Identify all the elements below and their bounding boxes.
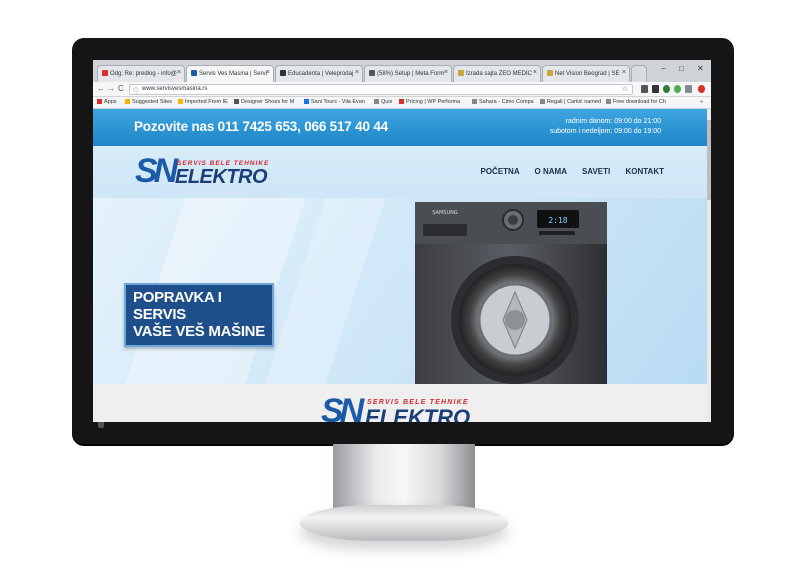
gmail-extension-icon[interactable]: [652, 85, 659, 93]
bookmark[interactable]: Pricing | WP Performa: [399, 99, 467, 105]
browser-tab-active[interactable]: Servis Ves Masina | Servi ×: [186, 65, 274, 82]
logo-name: ELEKTRO: [175, 166, 268, 188]
reload-button[interactable]: C: [118, 84, 124, 93]
page-icon: [304, 99, 309, 104]
svg-text:2:18: 2:18: [548, 216, 567, 225]
hero-caption: POPRAVKA I SERVIS VAŠE VEŠ MAŠINE: [124, 283, 274, 347]
page-icon: [374, 99, 379, 104]
website: Pozovite nas 011 7425 653, 066 517 40 44…: [93, 109, 707, 422]
minimize-button[interactable]: −: [661, 64, 666, 73]
browser-tab[interactable]: (58%) Setup | Meta Form ×: [364, 65, 452, 82]
logo-mark: SN: [321, 392, 364, 422]
page-icon: [234, 99, 239, 104]
address-text: www.servisvesmasina.rs: [142, 86, 208, 92]
washer-brand: SAMSUNG: [432, 210, 458, 216]
nav-saveti[interactable]: SAVETI: [582, 167, 610, 176]
hero-banner: POPRAVKA I SERVIS VAŠE VEŠ MAŠINE 2:18 S…: [93, 198, 707, 384]
bookmark[interactable]: Suggested Sites: [125, 99, 172, 105]
main-nav: POČETNA O NAMA SAVETI KONTAKT: [467, 167, 664, 176]
close-window-button[interactable]: ✕: [697, 64, 704, 73]
hero-line-2: VAŠE VEŠ MAŠINE: [133, 323, 265, 340]
site-logo[interactable]: SN SERVIS BELE TEHNIKE ELEKTRO: [135, 152, 285, 192]
extension-icon[interactable]: [641, 85, 648, 93]
bookmark[interactable]: Designer Shoes for M: [234, 99, 298, 105]
extension-icon[interactable]: [674, 85, 681, 93]
page-favicon-icon: [280, 70, 286, 76]
logo-mark: SN: [135, 152, 178, 190]
maximize-button[interactable]: □: [679, 64, 684, 73]
forward-button[interactable]: →: [107, 84, 115, 93]
scrollbar-thumb[interactable]: [707, 120, 711, 200]
screen: Odg: Re: predlog - info@ × Servis Ves Mas…: [93, 60, 711, 422]
extension-icon[interactable]: [663, 85, 670, 93]
bookmark[interactable]: Free download for Ch: [606, 99, 698, 105]
monitor-stand: [333, 444, 475, 510]
washing-machine-image: 2:18 SAMSUNG: [415, 202, 607, 384]
bookmark[interactable]: Sahara - Cimo Compa: [472, 99, 536, 105]
close-tab-icon[interactable]: ×: [355, 69, 359, 76]
close-tab-icon[interactable]: ×: [177, 69, 181, 76]
page-icon: [606, 99, 611, 104]
browser-tab[interactable]: Odg: Re: predlog - info@ ×: [97, 65, 185, 82]
hero-line-1: POPRAVKA I SERVIS: [133, 289, 222, 323]
page-favicon-icon: [547, 70, 553, 76]
extension-icon[interactable]: [685, 85, 692, 93]
apps-icon: [97, 99, 102, 104]
star-icon[interactable]: ☆: [622, 85, 628, 93]
tab-bar: Odg: Re: predlog - info@ × Servis Ves Mas…: [93, 60, 711, 82]
browser-tab[interactable]: Net Vision Beograd | SE ×: [542, 65, 630, 82]
close-tab-icon[interactable]: ×: [533, 69, 537, 76]
gmail-icon: [102, 70, 108, 76]
page-favicon-icon: [458, 70, 464, 76]
browser-tab[interactable]: Izrada sajta ZEO MEDIC ×: [453, 65, 541, 82]
browser-tab[interactable]: Educadenta | Veleprodaj ×: [275, 65, 363, 82]
bookmark-apps[interactable]: Apps: [97, 99, 117, 105]
lower-section: SN SERVIS BELE TEHNIKE ELEKTRO: [93, 384, 707, 422]
working-hours: radnim danom: 09:00 do 21:00 subotom i n…: [550, 117, 661, 137]
logo-name: ELEKTRO: [365, 405, 471, 423]
close-tab-icon[interactable]: ×: [266, 69, 270, 76]
bookmark[interactable]: Regali | Čarkić named: [540, 99, 602, 105]
close-tab-icon[interactable]: ×: [444, 69, 448, 76]
contact-bar: Pozovite nas 011 7425 653, 066 517 40 44…: [93, 109, 707, 146]
back-button[interactable]: ←: [97, 84, 105, 93]
site-header: SN SERVIS BELE TEHNIKE ELEKTRO POČETNA O…: [93, 146, 707, 198]
site-favicon-icon: [191, 70, 197, 76]
page-icon: [540, 99, 545, 104]
nav-pocetna[interactable]: POČETNA: [480, 167, 519, 176]
info-icon: ⓘ: [133, 89, 140, 95]
bookmarks-bar: Apps Suggested Sites Imported From IE De…: [93, 97, 711, 109]
more-bookmarks-button[interactable]: »: [700, 99, 703, 105]
nav-kontakt[interactable]: KONTAKT: [625, 167, 664, 176]
folder-icon: [125, 99, 130, 104]
folder-icon: [178, 99, 183, 104]
phone-text[interactable]: Pozovite nas 011 7425 653, 066 517 40 44: [134, 119, 388, 134]
page-icon: [399, 99, 404, 104]
bookmark[interactable]: Sani Tours - Vila Evan: [304, 99, 368, 105]
toolbar: ← → C ⓘ www.servisvesmasina.rs ☆: [93, 82, 711, 97]
hours-weekend: subotom i nedeljom: 09:00 do 19:00: [549, 128, 661, 135]
bookmark[interactable]: Quix: [374, 99, 392, 105]
monitor-base: [300, 505, 508, 541]
nav-o-nama[interactable]: O NAMA: [535, 167, 567, 176]
link-icon: [369, 70, 375, 76]
close-tab-icon[interactable]: ×: [622, 69, 626, 76]
monitor-mockup: Odg: Re: predlog - info@ × Servis Ves Mas…: [0, 0, 800, 587]
bookmark[interactable]: Imported From IE: [178, 99, 228, 105]
new-tab-button[interactable]: [631, 65, 647, 82]
menu-icon[interactable]: [698, 85, 705, 93]
address-bar[interactable]: ⓘ www.servisvesmasina.rs ☆: [129, 84, 633, 95]
page-icon: [472, 99, 477, 104]
hours-weekday: radnim danom: 09:00 do 21:00: [565, 118, 661, 125]
footer-logo: SN SERVIS BELE TEHNIKE ELEKTRO: [321, 394, 491, 422]
